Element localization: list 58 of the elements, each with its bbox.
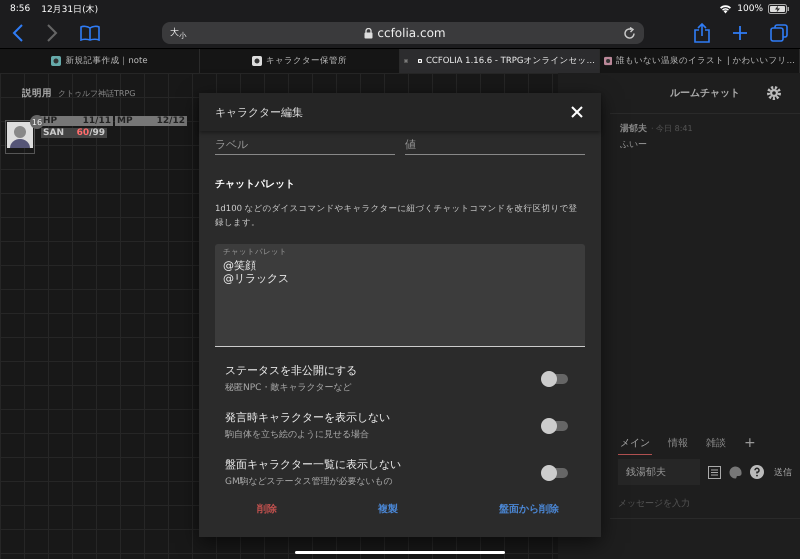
toggle-label: ステータスを非公開にする: [225, 363, 357, 378]
toggle-label: 発言時キャラクターを表示しない: [225, 410, 390, 426]
close-icon[interactable]: [571, 106, 583, 118]
text-size-button[interactable]: 大$_{小}$: [170, 26, 187, 40]
avatar-silhouette-icon[interactable]: [7, 122, 33, 148]
site-favicon-icon: [252, 56, 262, 66]
help-icon[interactable]: [750, 465, 764, 479]
text-field[interactable]: 値: [405, 135, 585, 155]
chat-tab[interactable]: メイン: [618, 432, 652, 454]
toggle-switch[interactable]: [544, 468, 568, 478]
chat-title: ルームチャット: [670, 87, 740, 100]
dialog-title: キャラクター編集: [215, 104, 303, 120]
chat-tab[interactable]: 雑談: [704, 432, 728, 454]
site-favicon-icon: [604, 56, 612, 66]
bookmarks-book-icon[interactable]: [80, 25, 100, 41]
room-title: 説明用: [22, 87, 52, 100]
share-icon[interactable]: [694, 23, 710, 43]
browser-tab[interactable]: CCFOLIA 1.16.6 - TRPGオンラインセッ…: [400, 49, 600, 73]
toggle-label: 盤面キャラクター一覧に表示しない: [225, 457, 401, 472]
wifi-icon: [719, 4, 732, 14]
battery-charging-icon: [768, 4, 790, 14]
toggle-switch[interactable]: [544, 374, 568, 384]
sanity-bar: SAN 60/99: [41, 128, 107, 138]
site-favicon-icon: [51, 56, 62, 66]
text-field[interactable]: ラベル: [215, 135, 395, 155]
list-icon[interactable]: [708, 466, 721, 478]
dialog-action-button[interactable]: 盤面から削除: [493, 498, 565, 520]
url-text: ccfolia.com: [377, 26, 446, 40]
message-text: ふいー: [620, 139, 648, 151]
address-bar[interactable]: 大$_{小}$ ccfolia.com: [162, 22, 644, 44]
tabs-icon[interactable]: [770, 24, 788, 42]
reload-icon[interactable]: [623, 26, 636, 40]
room-subtitle: クトゥルフ神話TRPG: [58, 88, 136, 99]
section-heading: チャットパレット: [215, 178, 296, 191]
message-author: 湯郁夫: [620, 122, 647, 135]
stat-bar: MP 12/12: [115, 116, 187, 126]
plus-icon[interactable]: [732, 25, 748, 41]
dialog-action-button[interactable]: 複製: [372, 498, 404, 520]
back-icon[interactable]: [12, 24, 24, 42]
toggle-hint: GM駒などステータス管理が必要ないもの: [225, 476, 394, 488]
toggle-hint: 秘匿NPC・敵キャラクターなど: [225, 382, 352, 394]
speaker-field[interactable]: 銭湯郁夫: [618, 459, 700, 485]
clock-time: 8:56: [10, 4, 30, 14]
date-text: 12月31日(木): [41, 4, 98, 16]
add-tab-button[interactable]: +: [742, 430, 758, 456]
description-text: 1d100 などのダイスコマンドやキャラクターに紐づくチャットコマンドを改行区切りで登録します。: [215, 203, 579, 230]
toggle-switch[interactable]: [544, 420, 568, 431]
battery-percent: 100%: [737, 4, 763, 14]
lock-icon: [364, 28, 374, 38]
stat-bar: HP 11/11: [41, 116, 113, 126]
toggle-hint: 駒自体を立ち絵のように見せる場合: [225, 428, 370, 442]
forward-icon[interactable]: [46, 24, 58, 42]
settings-icon[interactable]: [766, 85, 782, 101]
chat-tab[interactable]: 情報: [666, 432, 690, 454]
site-favicon-icon: [418, 56, 422, 66]
send-button[interactable]: 送信: [774, 466, 792, 478]
initiative-badge: 16: [30, 115, 44, 129]
close-icon[interactable]: [404, 56, 408, 66]
